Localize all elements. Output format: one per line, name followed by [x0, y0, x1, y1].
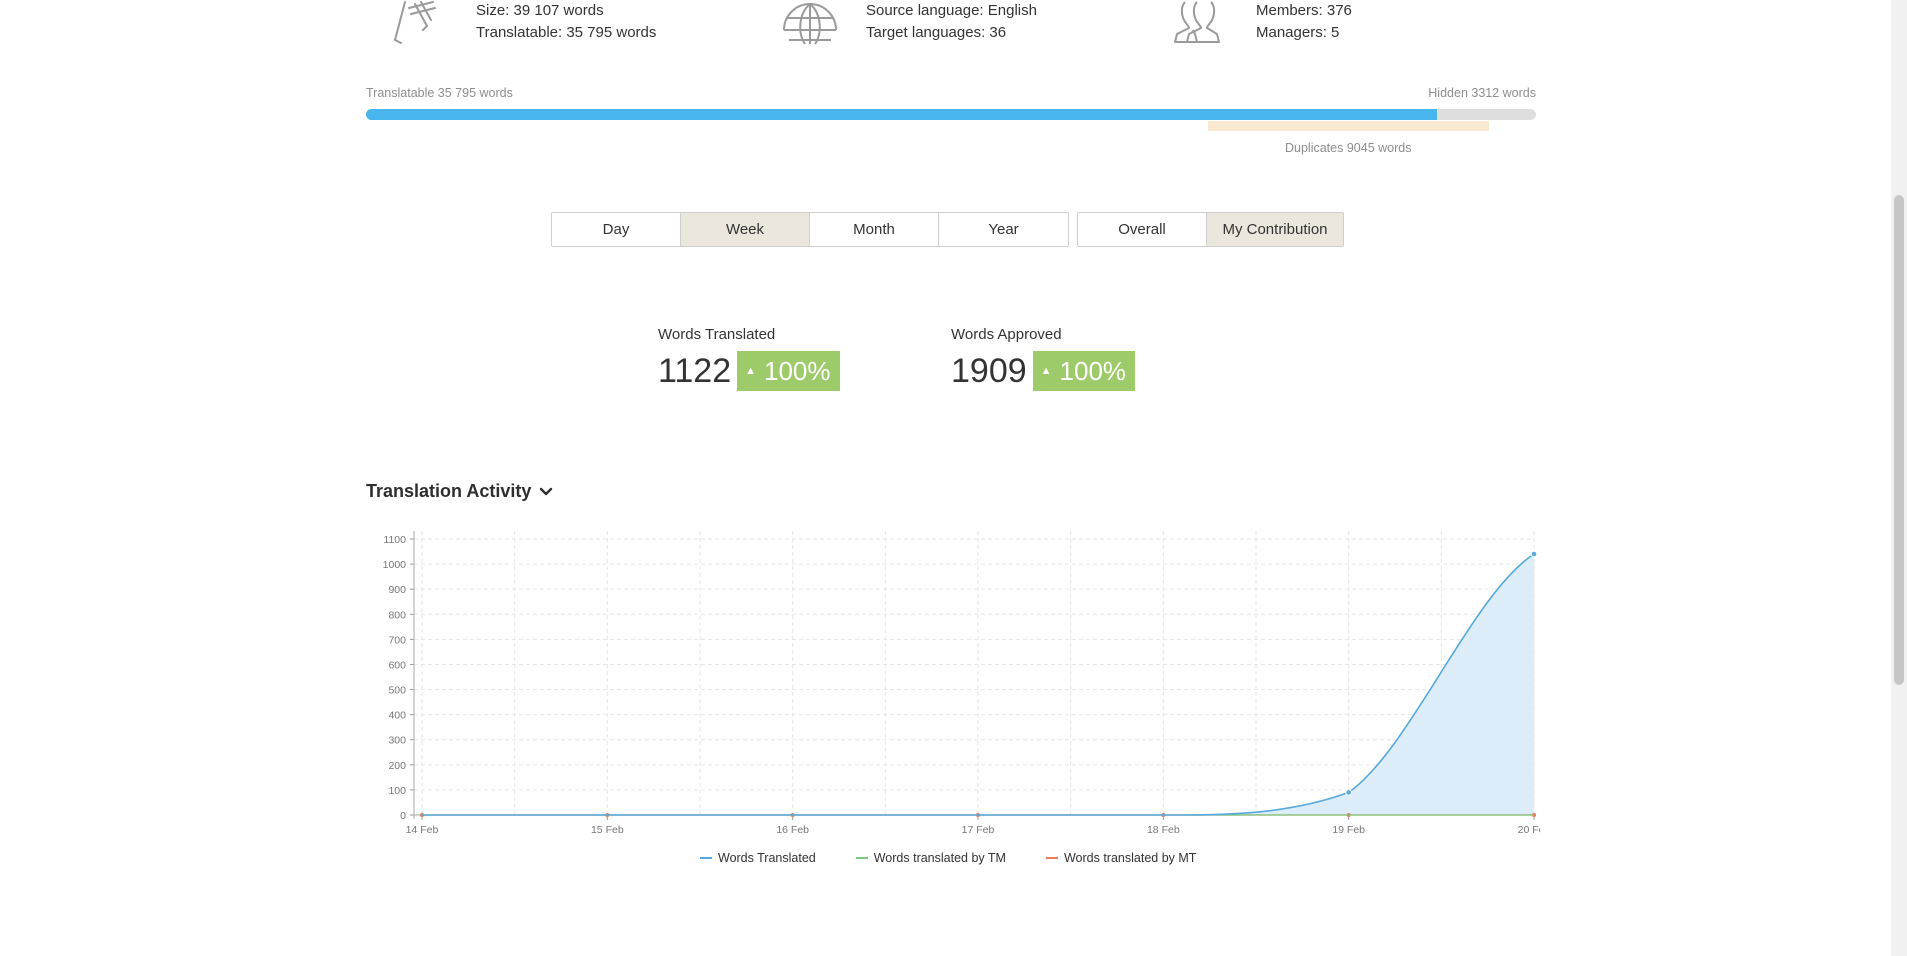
globe-icon — [783, 3, 837, 45]
data-point — [1530, 550, 1538, 558]
y-tick-label: 500 — [388, 685, 406, 697]
y-tick-label: 0 — [400, 810, 406, 822]
x-tick-label: 19 Feb — [1332, 824, 1365, 836]
x-tick-label: 15 Feb — [591, 824, 624, 836]
kpi-change-badge: ▲ 100% — [737, 351, 840, 391]
kpi-change: 100% — [1059, 356, 1127, 386]
x-tick-label: 17 Feb — [962, 824, 995, 836]
tab-day[interactable]: Day — [552, 213, 681, 246]
legend-swatch — [855, 857, 868, 859]
translation-activity-chart: 0 100 200 300 400 500 600 700 800 900 1000 1100 14 F… — [383, 531, 1540, 836]
duplicates-label: Duplicates 9045 words — [1285, 141, 1412, 155]
translatable-label: Translatable 35 795 words — [366, 86, 513, 100]
kpi-label: Words Translated — [658, 326, 776, 343]
scope-selector: Overall My Contribution — [1077, 212, 1344, 247]
languages-stat: Source language: English Target language… — [781, 0, 1121, 50]
x-tick-label: 18 Feb — [1147, 824, 1180, 836]
y-tick-label: 700 — [388, 634, 406, 646]
hidden-label: Hidden 3312 words — [1428, 86, 1536, 100]
legend-swatch — [1045, 857, 1058, 859]
chart-legend: Words Translated Words translated by TM Wo… — [700, 851, 1236, 865]
tab-month[interactable]: Month — [810, 213, 939, 246]
data-point — [1345, 789, 1352, 796]
y-tick-label: 300 — [388, 735, 406, 747]
project-reports-page: Size: 39 107 words Translatable: 35 795 … — [0, 0, 1907, 956]
kpi-value: 1909 — [951, 352, 1027, 390]
x-tick-label: 16 Feb — [776, 824, 809, 836]
y-tick-label: 1000 — [383, 559, 407, 571]
size-value: Size: 39 107 words — [476, 2, 604, 19]
triangle-up-icon: ▲ — [1040, 365, 1052, 377]
source-language-value: Source language: English — [866, 2, 1037, 19]
size-stat-text: Size: 39 107 words Translatable: 35 795 … — [476, 0, 656, 44]
kpi-change: 100% — [764, 356, 831, 386]
y-tick-label: 600 — [388, 659, 406, 671]
kpi-value: 1122 — [658, 352, 732, 390]
y-tick-label: 400 — [388, 710, 406, 722]
legend-item[interactable]: Words translated by TM — [855, 851, 1006, 865]
kpi-words-translated: Words Translated 1122 ▲ 100% — [658, 326, 840, 391]
legend-swatch — [700, 857, 712, 859]
y-tick-label: 800 — [388, 609, 406, 621]
scrollbar-thumb[interactable] — [1894, 195, 1904, 685]
kpi-words-approved: Words Approved 1909 ▲ 100% — [951, 326, 1136, 391]
legend-item[interactable]: Words translated by MT — [1045, 851, 1197, 865]
page-scrollbar[interactable] — [1891, 0, 1907, 956]
legend-label: Words translated by MT — [1063, 851, 1197, 865]
tab-week[interactable]: Week — [681, 213, 810, 246]
triangle-up-icon: ▲ — [745, 365, 757, 377]
legend-label: Words Translated — [718, 851, 816, 865]
period-selector: Day Week Month Year — [551, 212, 1069, 247]
chevron-down-icon — [540, 487, 553, 495]
managers-value: Managers: 5 — [1256, 24, 1340, 41]
y-tick-label: 100 — [388, 785, 406, 797]
members-stat: Members: 376 Managers: 5 — [1171, 0, 1421, 50]
duplicates-bar — [1208, 121, 1489, 131]
calipers-icon — [394, 1, 436, 44]
translation-activity-dropdown[interactable]: Translation Activity — [366, 481, 553, 502]
translatable-value: Translatable: 35 795 words — [476, 24, 657, 41]
tab-overall[interactable]: Overall — [1078, 213, 1207, 246]
members-value: Members: 376 — [1256, 2, 1352, 19]
people-icon — [1174, 1, 1220, 43]
legend-item[interactable]: Words Translated — [700, 851, 816, 865]
section-title: Translation Activity — [366, 481, 532, 501]
languages-stat-text: Source language: English Target language… — [866, 0, 1037, 44]
x-tick-label: 20 Feb — [1518, 824, 1540, 836]
kpi-label: Words Approved — [951, 326, 1062, 343]
tab-my-contribution[interactable]: My Contribution — [1207, 213, 1343, 246]
size-stat: Size: 39 107 words Translatable: 35 795 … — [391, 0, 691, 50]
y-tick-label: 900 — [388, 584, 406, 596]
translatable-fill — [366, 109, 1437, 120]
y-tick-label: 1100 — [383, 534, 406, 546]
tab-year[interactable]: Year — [939, 213, 1068, 246]
words-progress-bar — [366, 109, 1536, 120]
members-stat-text: Members: 376 Managers: 5 — [1256, 0, 1352, 44]
target-languages-value: Target languages: 36 — [866, 24, 1007, 41]
kpi-change-badge: ▲ 100% — [1032, 351, 1136, 391]
legend-label: Words translated by TM — [873, 851, 1006, 865]
y-tick-label: 200 — [388, 760, 406, 772]
x-tick-label: 14 Feb — [406, 824, 439, 836]
series-line-0 — [422, 553, 1535, 816]
